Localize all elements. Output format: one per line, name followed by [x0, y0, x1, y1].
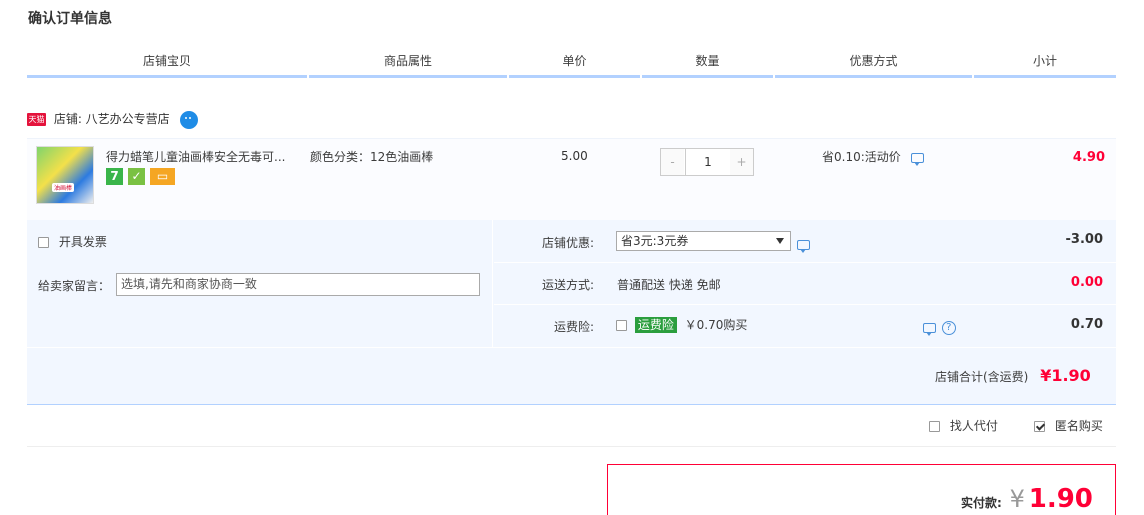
shipping-label: 运送方式: [542, 278, 595, 292]
anonymous-option[interactable]: 匿名购买 [1034, 417, 1103, 434]
divider [494, 262, 1116, 263]
proxy-pay-label: 找人代付 [949, 419, 998, 433]
insurance-comment-icon[interactable] [923, 322, 936, 336]
insurance-badge: 运费险 [634, 317, 677, 333]
invoice-option[interactable]: 开具发票 [38, 233, 107, 250]
shipping-method: 普通配送 快递 免邮 [617, 278, 721, 292]
memo-label: 给卖家留言： [38, 279, 111, 293]
product-title-link[interactable]: 得力蜡笔儿童油画棒安全无毒可... [106, 148, 306, 165]
shop-discount-select[interactable]: 省3元:3元券 [616, 231, 791, 251]
column-header-subtotal: 小计 [974, 50, 1116, 78]
divider [27, 347, 1116, 348]
wangwang-chat-icon[interactable] [179, 110, 198, 129]
shop-row: 天猫 店铺: 八艺办公专营店 [27, 107, 198, 131]
anonymous-label: 匿名购买 [1054, 419, 1103, 433]
shop-discount-selected: 省3元:3元券 [621, 234, 689, 248]
divider [494, 304, 1116, 305]
insurance-label: 运费险: [554, 320, 595, 334]
insurance-price: ￥0.70购买 [684, 318, 748, 332]
page-title: 确认订单信息 [28, 11, 112, 27]
shop-name-link[interactable]: 店铺: 八艺办公专营店 [54, 112, 170, 126]
discount-comment-icon[interactable] [797, 239, 810, 253]
proxy-pay-checkbox[interactable] [929, 421, 940, 432]
quantity-increase-button[interactable]: + [730, 149, 753, 175]
quantity-input[interactable]: 1 [685, 149, 731, 175]
quantity-decrease-button[interactable]: - [661, 149, 684, 175]
insurance-amount: 0.70 [1070, 317, 1103, 332]
order-table-header: 店铺宝贝 商品属性 单价 数量 优惠方式 小计 [27, 50, 1116, 78]
product-thumbnail[interactable] [36, 146, 94, 204]
shop-discount-label: 店铺优惠: [542, 236, 595, 250]
column-header-attributes: 商品属性 [309, 50, 507, 78]
column-header-price: 单价 [509, 50, 640, 78]
payment-total: 实付款: ¥ 1.90 [961, 484, 1093, 514]
currency-symbol: ¥ [1009, 485, 1025, 513]
column-header-quantity: 数量 [642, 50, 773, 78]
shop-total: 店铺合计(含运费) ¥1.90 [935, 366, 1091, 385]
credit-card-icon[interactable]: ▭ [150, 168, 175, 185]
quality-guarantee-icon[interactable]: ✓ [128, 168, 145, 185]
quantity-stepper: - 1 + [660, 148, 754, 176]
proxy-pay-option[interactable]: 找人代付 [929, 417, 998, 434]
dropdown-arrow-icon [776, 238, 784, 244]
tmall-badge-icon: 天猫 [27, 113, 46, 126]
shop-total-label: 店铺合计(含运费) [935, 370, 1029, 384]
promotion-info: 省0.10:活动价 [822, 148, 924, 166]
column-header-promotion: 优惠方式 [775, 50, 972, 78]
invoice-label: 开具发票 [58, 235, 107, 249]
shop-discount-amount: -3.00 [1065, 232, 1103, 247]
payment-amount: 1.90 [1028, 484, 1093, 514]
payment-label: 实付款: [961, 496, 1002, 510]
unit-price: 5.00 [561, 149, 588, 163]
item-subtotal: 4.90 [1072, 150, 1105, 165]
divider [27, 446, 1116, 447]
column-header-item: 店铺宝贝 [27, 50, 307, 78]
promotion-text: 省0.10:活动价 [822, 150, 901, 164]
shipping-amount: 0.00 [1070, 275, 1103, 290]
insurance-option[interactable]: 运费险 ￥0.70购买 [616, 316, 747, 333]
seven-day-return-icon[interactable]: 7 [106, 168, 123, 185]
invoice-checkbox[interactable] [38, 237, 49, 248]
insurance-checkbox[interactable] [616, 320, 627, 331]
product-thumbnail-label: 油画棒 [52, 183, 75, 192]
help-icon[interactable]: ? [941, 320, 956, 335]
insurance-help: ? [923, 320, 956, 336]
promotion-comment-icon[interactable] [910, 152, 924, 166]
memo-input[interactable]: 选填,请先和商家协商一致 [116, 273, 480, 296]
product-sku: 颜色分类：12色油画棒 [310, 150, 434, 164]
anonymous-checkbox[interactable] [1034, 421, 1045, 432]
shop-total-value: ¥1.90 [1040, 366, 1091, 385]
